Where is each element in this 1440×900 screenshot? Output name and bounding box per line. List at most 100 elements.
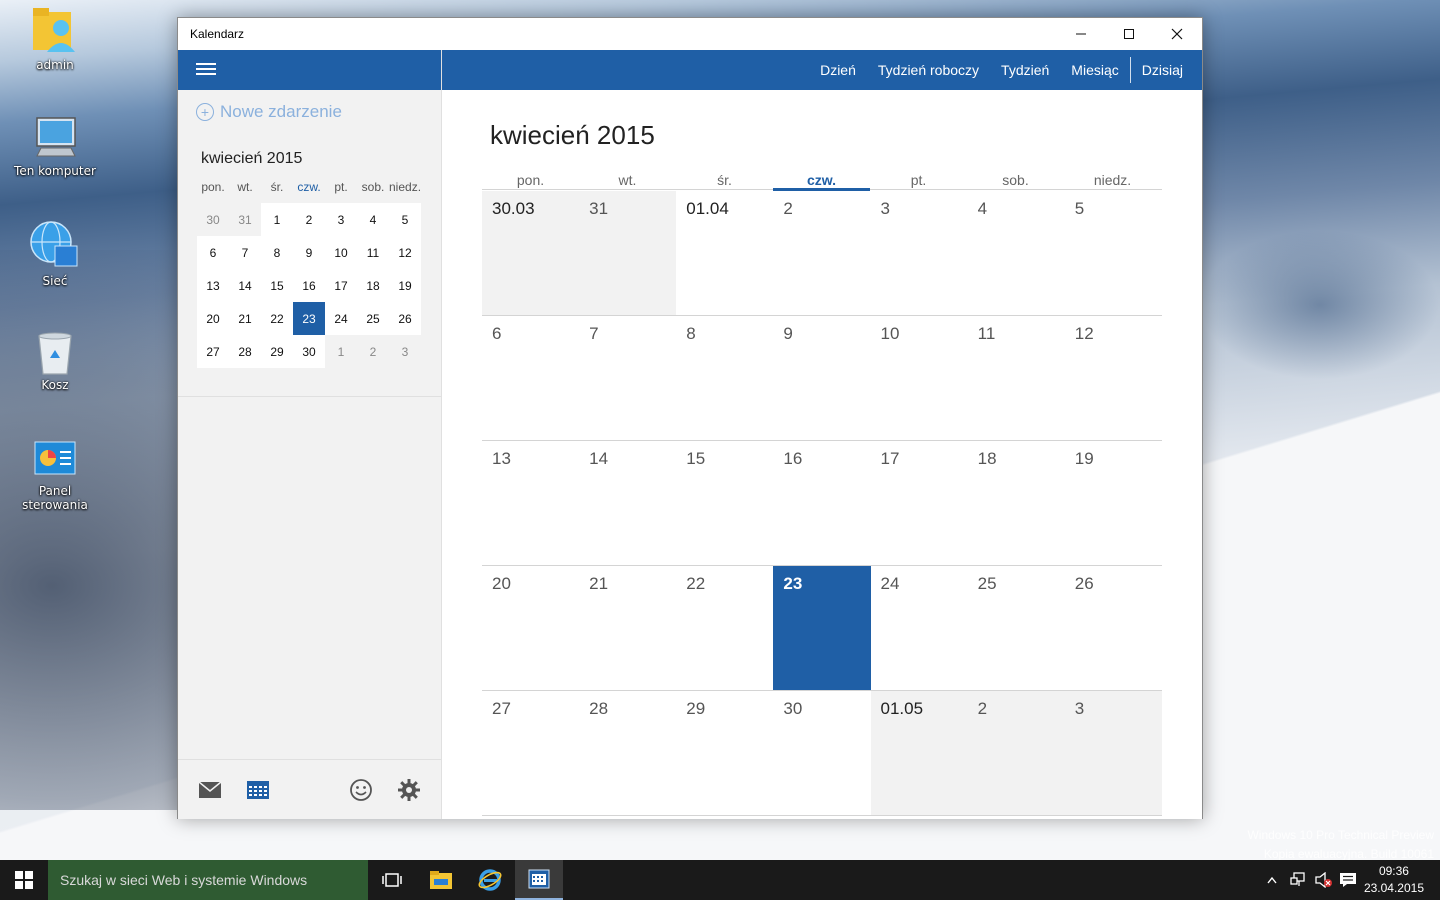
mini-calendar-day[interactable]: 3: [389, 335, 421, 368]
day-cell[interactable]: 19: [1064, 441, 1162, 566]
desktop-icon-recycle-bin[interactable]: Kosz: [5, 328, 105, 392]
today-button[interactable]: Dzisiaj: [1131, 62, 1194, 78]
day-cell[interactable]: 21: [579, 566, 677, 691]
mini-calendar-day[interactable]: 5: [389, 203, 421, 236]
desktop-icon-admin[interactable]: admin: [5, 6, 105, 72]
day-cell[interactable]: 01.05: [870, 691, 968, 816]
mini-calendar-day[interactable]: 29: [261, 335, 293, 368]
minimize-button[interactable]: [1058, 18, 1104, 50]
mini-calendar-day[interactable]: 26: [389, 302, 421, 335]
day-cell[interactable]: 6: [482, 316, 580, 441]
mini-calendar-day[interactable]: 30: [197, 203, 229, 236]
settings-gear-icon[interactable]: [396, 778, 422, 802]
taskbar-clock[interactable]: 09:36 23.04.2015: [1364, 863, 1424, 897]
day-cell[interactable]: 8: [676, 316, 774, 441]
day-cell[interactable]: 28: [579, 691, 677, 816]
mini-calendar-day[interactable]: 17: [325, 269, 357, 302]
calendar-icon[interactable]: [245, 778, 271, 802]
desktop-icon-control-panel[interactable]: Panel sterowania: [5, 438, 105, 512]
mini-calendar-day[interactable]: 10: [325, 236, 357, 269]
window-titlebar[interactable]: Kalendarz: [178, 18, 1202, 50]
taskbar-search-box[interactable]: Szukaj w sieci Web i systemie Windows: [48, 860, 368, 900]
mini-calendar-day[interactable]: 24: [325, 302, 357, 335]
mini-calendar-day[interactable]: 2: [357, 335, 389, 368]
day-cell[interactable]: 24: [870, 566, 968, 691]
mini-calendar-day[interactable]: 9: [293, 236, 325, 269]
mini-calendar-day[interactable]: 19: [389, 269, 421, 302]
new-event-button[interactable]: + Nowe zdarzenie: [196, 102, 342, 122]
mini-calendar-day[interactable]: 3: [325, 203, 357, 236]
day-cell[interactable]: 30: [773, 691, 871, 816]
day-cell[interactable]: 25: [967, 566, 1065, 691]
desktop-icon-this-pc[interactable]: Ten komputer: [5, 114, 105, 178]
mini-calendar-day[interactable]: 13: [197, 269, 229, 302]
day-cell[interactable]: 26: [1064, 566, 1162, 691]
calendar-taskbar-button[interactable]: [515, 860, 563, 900]
maximize-button[interactable]: [1106, 18, 1152, 50]
day-cell[interactable]: 10: [870, 316, 968, 441]
day-cell[interactable]: 30.03: [482, 191, 580, 316]
show-hidden-icons-button[interactable]: [1264, 860, 1280, 900]
view-month-button[interactable]: Miesiąc: [1060, 62, 1129, 78]
mini-calendar-month-label[interactable]: kwiecień 2015: [201, 150, 302, 168]
network-tray-icon[interactable]: [1288, 860, 1308, 900]
mini-calendar-day[interactable]: 6: [197, 236, 229, 269]
day-cell[interactable]: 14: [579, 441, 677, 566]
day-cell[interactable]: 2: [967, 691, 1065, 816]
task-view-button[interactable]: [368, 860, 416, 900]
internet-explorer-button[interactable]: [466, 860, 514, 900]
day-cell[interactable]: 3: [1064, 691, 1162, 816]
mini-calendar-day[interactable]: 22: [261, 302, 293, 335]
feedback-smiley-icon[interactable]: [348, 778, 374, 802]
day-cell[interactable]: 20: [482, 566, 580, 691]
mini-calendar-day[interactable]: 7: [229, 236, 261, 269]
day-cell[interactable]: 16: [773, 441, 871, 566]
mail-icon[interactable]: [197, 778, 223, 802]
mini-calendar-day[interactable]: 28: [229, 335, 261, 368]
volume-muted-icon[interactable]: [1314, 860, 1334, 900]
day-cell[interactable]: 5: [1064, 191, 1162, 316]
mini-calendar-day[interactable]: 16: [293, 269, 325, 302]
hamburger-menu-icon[interactable]: [196, 60, 216, 80]
mini-calendar-day[interactable]: 25: [357, 302, 389, 335]
view-week-button[interactable]: Tydzień: [990, 62, 1060, 78]
action-center-icon[interactable]: [1338, 860, 1358, 900]
day-cell[interactable]: 31: [579, 191, 677, 316]
day-cell[interactable]: 01.04: [676, 191, 774, 316]
mini-calendar-day[interactable]: 21: [229, 302, 261, 335]
mini-calendar-day[interactable]: 2: [293, 203, 325, 236]
mini-calendar-day[interactable]: 12: [389, 236, 421, 269]
mini-calendar-day[interactable]: 8: [261, 236, 293, 269]
view-day-button[interactable]: Dzień: [809, 62, 867, 78]
mini-calendar-day[interactable]: 4: [357, 203, 389, 236]
day-cell[interactable]: 17: [870, 441, 968, 566]
mini-calendar-day[interactable]: 1: [325, 335, 357, 368]
mini-calendar-day[interactable]: 31: [229, 203, 261, 236]
mini-calendar-day-selected[interactable]: 23: [293, 302, 325, 335]
day-cell[interactable]: 7: [579, 316, 677, 441]
mini-calendar-day[interactable]: 27: [197, 335, 229, 368]
day-cell[interactable]: 15: [676, 441, 774, 566]
file-explorer-button[interactable]: [417, 860, 465, 900]
day-cell[interactable]: 22: [676, 566, 774, 691]
view-workweek-button[interactable]: Tydzień roboczy: [867, 62, 990, 78]
day-cell[interactable]: 18: [967, 441, 1065, 566]
day-cell-today[interactable]: 23: [773, 566, 871, 691]
mini-calendar-day[interactable]: 30: [293, 335, 325, 368]
mini-calendar-day[interactable]: 15: [261, 269, 293, 302]
mini-calendar-day[interactable]: 20: [197, 302, 229, 335]
day-cell[interactable]: 27: [482, 691, 580, 816]
day-cell[interactable]: 13: [482, 441, 580, 566]
day-cell[interactable]: 4: [967, 191, 1065, 316]
mini-calendar-day[interactable]: 11: [357, 236, 389, 269]
start-button[interactable]: [0, 860, 48, 900]
mini-calendar-day[interactable]: 18: [357, 269, 389, 302]
desktop-icon-network[interactable]: Sieć: [5, 220, 105, 288]
day-cell[interactable]: 2: [773, 191, 871, 316]
day-cell[interactable]: 11: [967, 316, 1065, 441]
day-cell[interactable]: 12: [1064, 316, 1162, 441]
day-cell[interactable]: 3: [870, 191, 968, 316]
mini-calendar-day[interactable]: 1: [261, 203, 293, 236]
close-button[interactable]: [1154, 18, 1200, 50]
day-cell[interactable]: 9: [773, 316, 871, 441]
